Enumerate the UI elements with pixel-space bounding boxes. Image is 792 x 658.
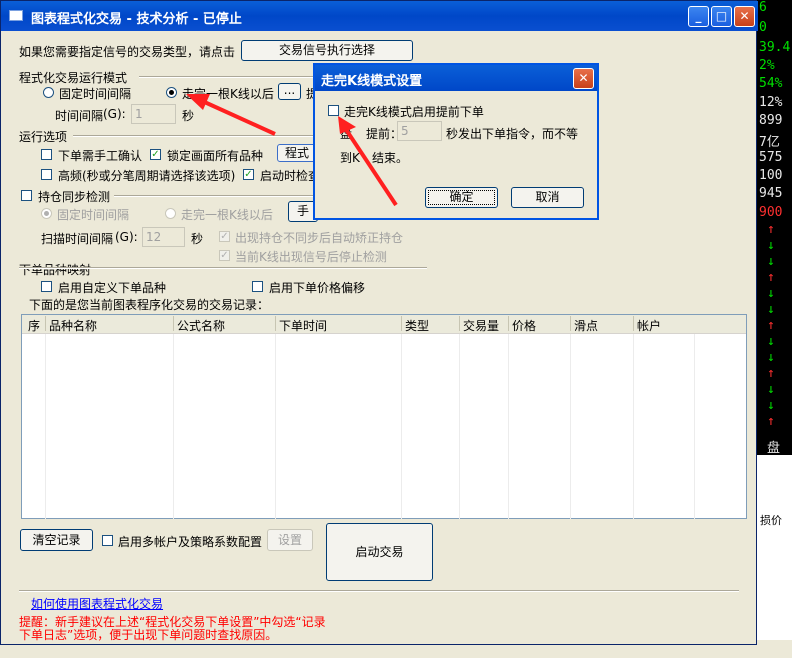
annotation-arrows bbox=[186, 94, 398, 207]
